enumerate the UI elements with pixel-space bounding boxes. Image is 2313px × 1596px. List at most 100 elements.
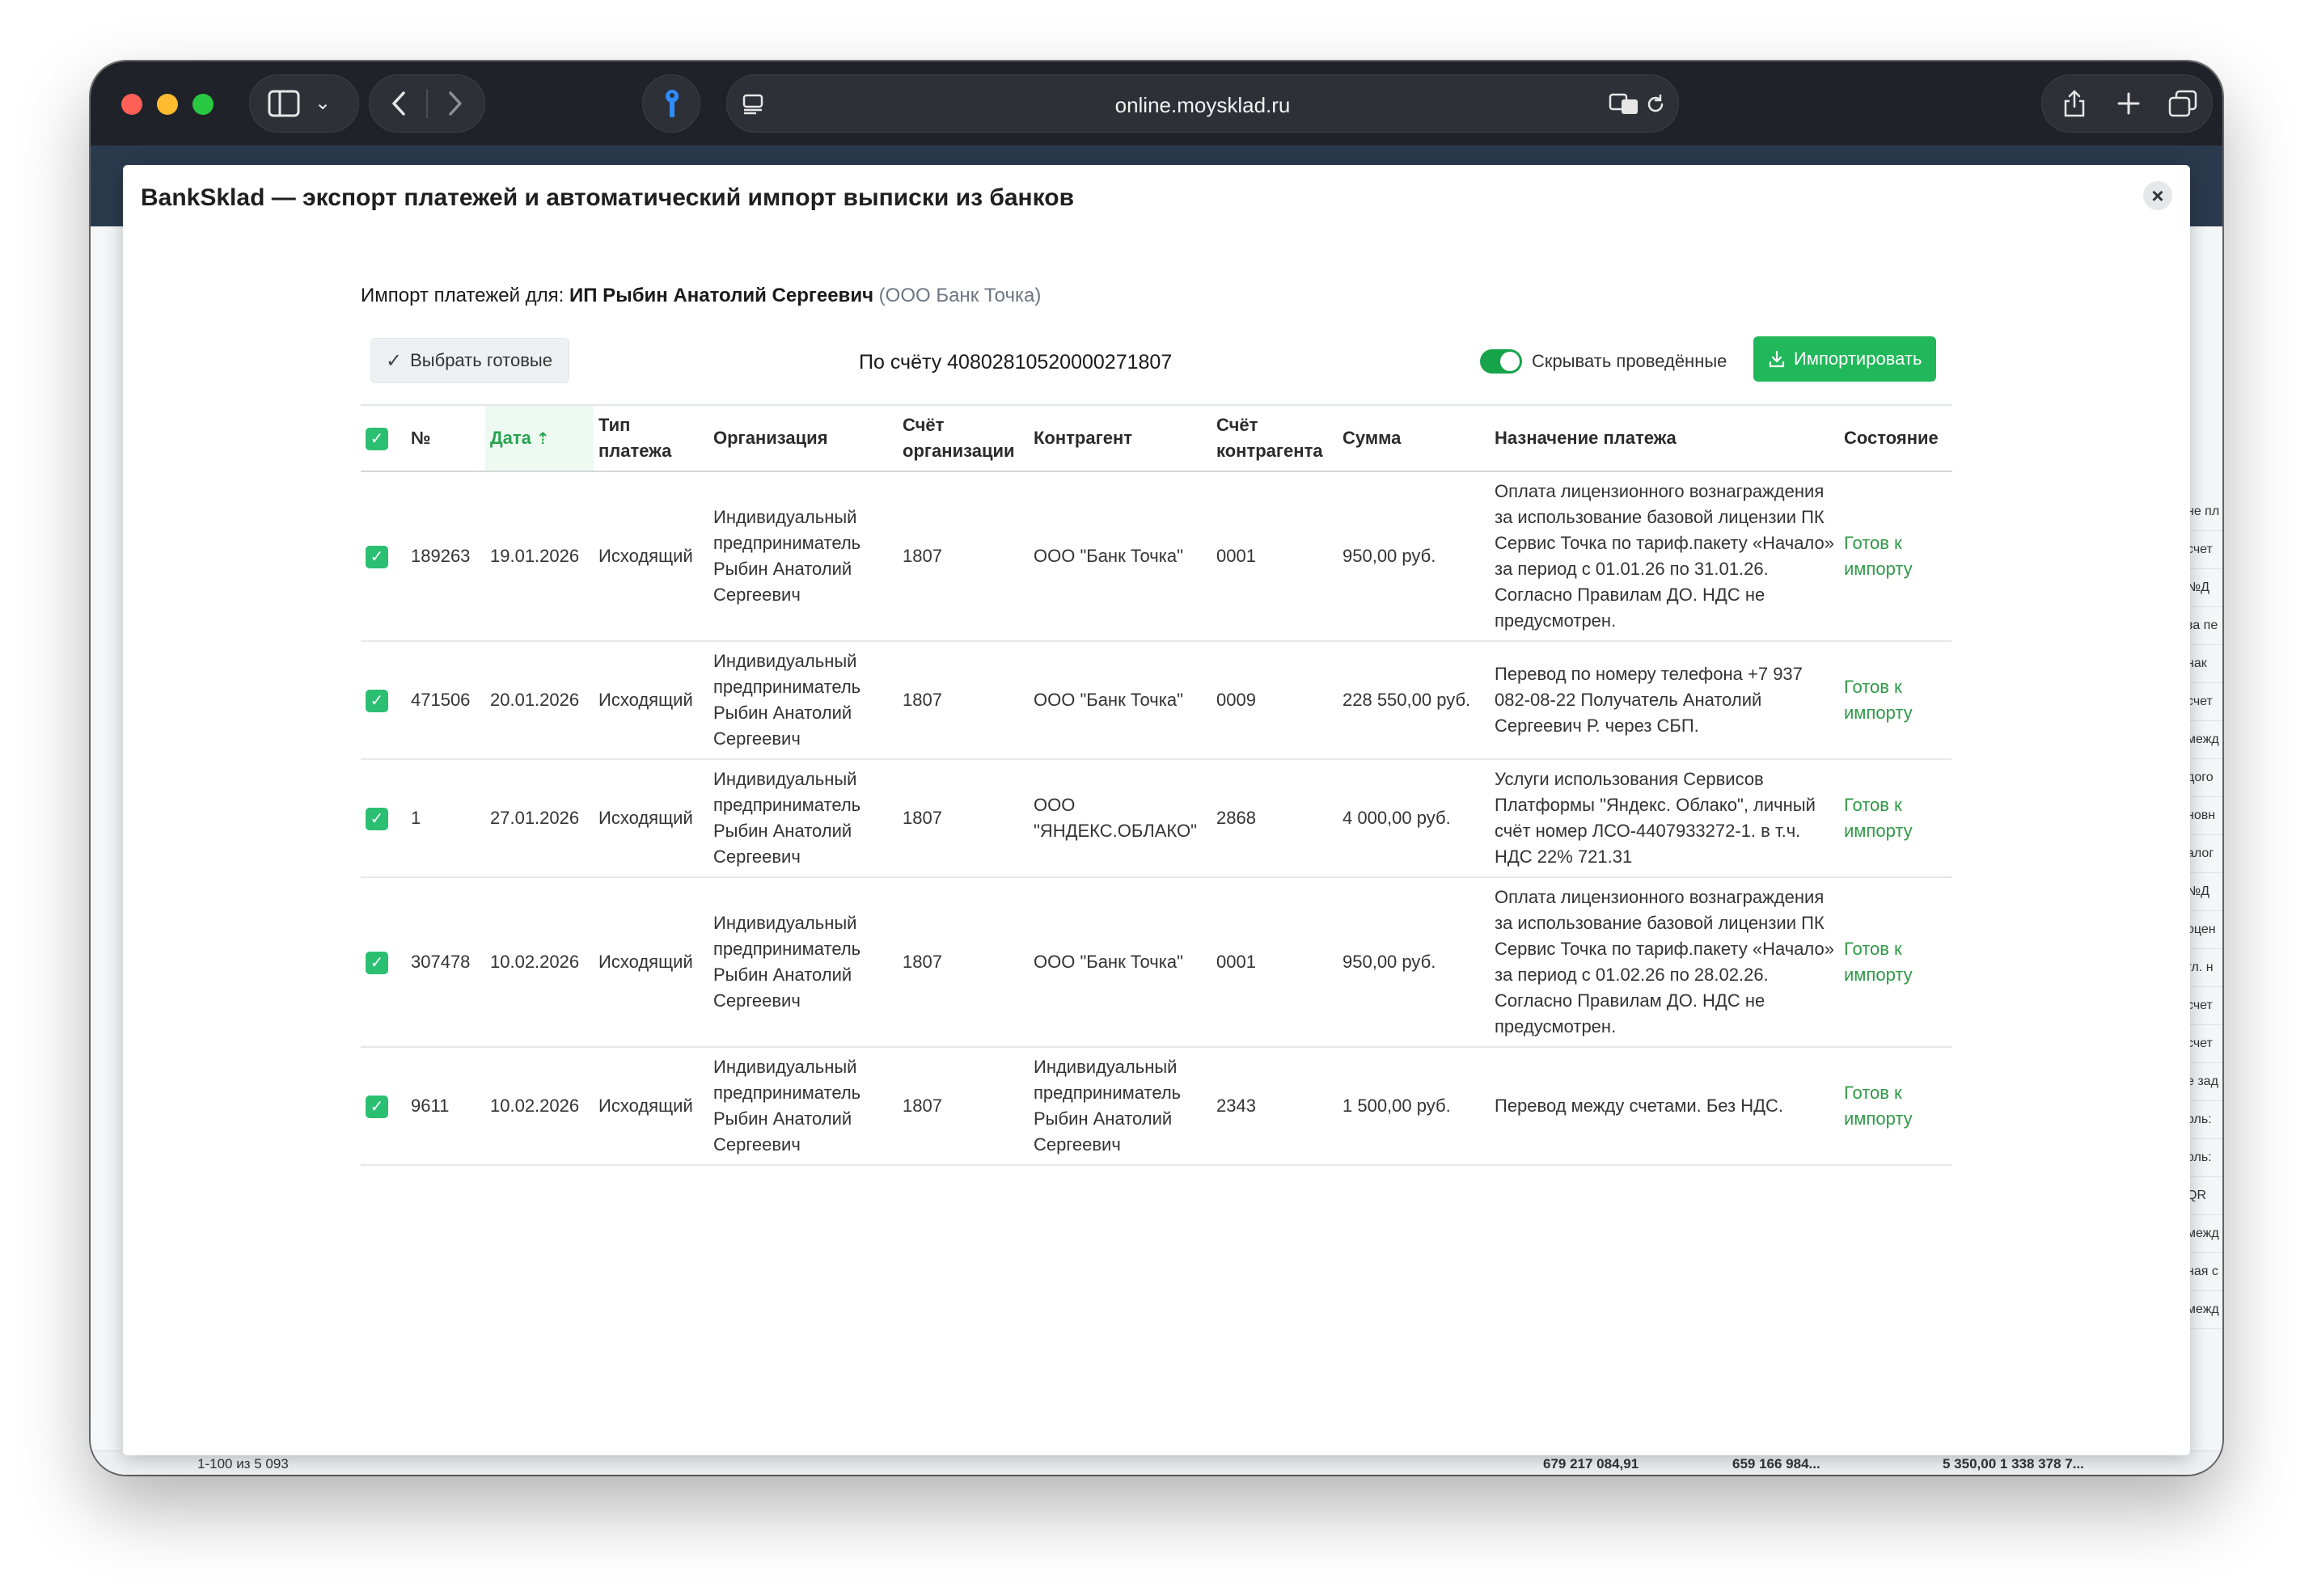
cell-date: 19.01.2026 bbox=[485, 471, 594, 642]
cell-num: 471506 bbox=[406, 641, 485, 760]
sidebar-icon[interactable] bbox=[268, 90, 300, 117]
cell-status: Готов к импорту bbox=[1839, 1047, 1952, 1166]
hide-posted-label: Скрывать проведённые bbox=[1532, 351, 1727, 371]
row-checkbox[interactable]: ✓ bbox=[366, 1096, 388, 1118]
cell-org-acc: 1807 bbox=[898, 641, 1029, 760]
fragment-text: новн bbox=[2187, 797, 2222, 835]
browser-window: ⌄ online.moysklad.ru не пл счет №Д за пе… bbox=[91, 61, 2222, 1475]
cell-org-acc: 1807 bbox=[898, 877, 1029, 1048]
hide-posted-toggle-group: Скрывать проведённые bbox=[1480, 349, 1727, 374]
pager-text: 1-100 из 5 093 bbox=[197, 1456, 289, 1471]
row-checkbox-cell[interactable]: ✓ bbox=[361, 641, 406, 760]
cell-type: Исходящий bbox=[594, 641, 708, 760]
fragment-text: межд bbox=[2187, 1291, 2222, 1329]
back-icon[interactable] bbox=[391, 91, 407, 116]
cell-cp-acc: 0009 bbox=[1211, 641, 1338, 760]
checkmark-icon: ✓ bbox=[386, 349, 403, 372]
select-all-checkbox-cell[interactable]: ✓ bbox=[361, 404, 406, 472]
cell-cp-acc: 0001 bbox=[1211, 471, 1338, 642]
minimize-window-button[interactable] bbox=[157, 94, 178, 115]
cell-date: 27.01.2026 bbox=[485, 759, 594, 878]
col-header-type: Тип платежа bbox=[594, 404, 708, 472]
row-checkbox[interactable]: ✓ bbox=[366, 808, 388, 830]
cell-num: 9611 bbox=[406, 1047, 485, 1166]
address-bar[interactable]: online.moysklad.ru bbox=[726, 74, 1679, 133]
col-header-counterparty: Контрагент bbox=[1029, 404, 1211, 472]
window-actions-group bbox=[2041, 74, 2213, 133]
cell-type: Исходящий bbox=[594, 877, 708, 1048]
cell-org: Индивидуальный предприниматель Рыбин Ана… bbox=[708, 877, 898, 1048]
col-header-purpose: Назначение платежа bbox=[1490, 404, 1839, 472]
select-all-checkbox[interactable]: ✓ bbox=[366, 428, 388, 450]
cell-date: 10.02.2026 bbox=[485, 877, 594, 1048]
hide-posted-toggle[interactable] bbox=[1480, 349, 1522, 374]
row-checkbox-cell[interactable]: ✓ bbox=[361, 1047, 406, 1166]
cell-num: 307478 bbox=[406, 877, 485, 1048]
cell-purpose: Перевод по номеру телефона +7 937 082-08… bbox=[1490, 641, 1839, 760]
cell-date: 20.01.2026 bbox=[485, 641, 594, 760]
chevron-down-icon[interactable]: ⌄ bbox=[315, 94, 331, 113]
cell-cp-acc: 2868 bbox=[1211, 759, 1338, 878]
cell-counterparty: ООО "Банк Точка" bbox=[1029, 877, 1211, 1048]
payments-table: ✓ № Дата ⇡ Тип платежа Организация Счёт о… bbox=[361, 404, 1952, 1166]
tab-overview-icon[interactable] bbox=[2168, 90, 2197, 117]
cell-sum: 950,00 руб. bbox=[1338, 471, 1490, 642]
cell-counterparty: ООО "ЯНДЕКС.ОБЛАКО" bbox=[1029, 759, 1211, 878]
reload-icon[interactable] bbox=[1644, 93, 1667, 116]
fragment-text: гл. н bbox=[2187, 949, 2222, 987]
cell-org: Индивидуальный предприниматель Рыбин Ана… bbox=[708, 1047, 898, 1166]
select-ready-button[interactable]: ✓ Выбрать готовые bbox=[370, 338, 569, 383]
col-header-sum: Сумма bbox=[1338, 404, 1490, 472]
sort-ascending-icon: ⇡ bbox=[535, 429, 550, 448]
col-header-org: Организация bbox=[708, 404, 898, 472]
close-modal-button[interactable]: × bbox=[2143, 181, 2172, 210]
new-tab-icon[interactable] bbox=[2116, 91, 2141, 116]
cell-status: Готов к импорту bbox=[1839, 641, 1952, 760]
banksklad-import-modal: BankSklad — экспорт платежей и автоматич… bbox=[123, 165, 2190, 1455]
cell-org: Индивидуальный предприниматель Рыбин Ана… bbox=[708, 759, 898, 878]
row-checkbox-cell[interactable]: ✓ bbox=[361, 877, 406, 1048]
table-row: ✓ 9611 10.02.2026 Исходящий Индивидуальн… bbox=[361, 1047, 1952, 1166]
fragment-text: дого bbox=[2187, 759, 2222, 797]
cell-sum: 1 500,00 руб. bbox=[1338, 1047, 1490, 1166]
fragment-text: межд bbox=[2187, 721, 2222, 759]
fragment-text: счет bbox=[2187, 531, 2222, 569]
url-text: online.moysklad.ru bbox=[1114, 93, 1291, 117]
col-header-cp-acc: Счёт контрагента bbox=[1211, 404, 1338, 472]
import-button[interactable]: Импортировать bbox=[1753, 336, 1937, 382]
fragment-text: оцен bbox=[2187, 911, 2222, 949]
browser-toolbar: ⌄ online.moysklad.ru bbox=[91, 61, 2222, 146]
cell-type: Исходящий bbox=[594, 471, 708, 642]
password-key-button[interactable] bbox=[642, 74, 700, 133]
account-number: По счёту 40802810520000271807 bbox=[859, 351, 1173, 374]
row-checkbox[interactable]: ✓ bbox=[366, 690, 388, 712]
forward-icon[interactable] bbox=[447, 91, 463, 116]
fragment-text: межд bbox=[2187, 1215, 2222, 1253]
cell-counterparty: Индивидуальный предприниматель Рыбин Ана… bbox=[1029, 1047, 1211, 1166]
cell-sum: 228 550,00 руб. bbox=[1338, 641, 1490, 760]
close-window-button[interactable] bbox=[121, 94, 142, 115]
share-icon[interactable] bbox=[2061, 88, 2087, 119]
row-checkbox-cell[interactable]: ✓ bbox=[361, 759, 406, 878]
translate-icon[interactable] bbox=[1609, 93, 1639, 116]
nav-divider bbox=[426, 89, 428, 118]
total-2: 659 166 984... bbox=[1732, 1456, 1820, 1471]
cell-type: Исходящий bbox=[594, 1047, 708, 1166]
app-table-fragments: не пл счет №Д за пе нак счет межд дого н… bbox=[2187, 493, 2222, 1475]
cell-status: Готов к импорту bbox=[1839, 877, 1952, 1048]
cell-num: 1 bbox=[406, 759, 485, 878]
cell-date: 10.02.2026 bbox=[485, 1047, 594, 1166]
fragment-text: нак bbox=[2187, 645, 2222, 683]
cell-cp-acc: 2343 bbox=[1211, 1047, 1338, 1166]
cell-status: Готов к импорту bbox=[1839, 759, 1952, 878]
col-header-num: № bbox=[406, 404, 485, 472]
zoom-window-button[interactable] bbox=[192, 94, 214, 115]
import-header: Импорт платежей для: ИП Рыбин Анатолий С… bbox=[361, 285, 1041, 307]
row-checkbox[interactable]: ✓ bbox=[366, 952, 388, 974]
row-checkbox[interactable]: ✓ bbox=[366, 546, 388, 568]
col-header-date[interactable]: Дата ⇡ bbox=[485, 404, 594, 472]
row-checkbox-cell[interactable]: ✓ bbox=[361, 471, 406, 642]
table-row: ✓ 189263 19.01.2026 Исходящий Индивидуал… bbox=[361, 471, 1952, 642]
cell-sum: 4 000,00 руб. bbox=[1338, 759, 1490, 878]
import-prefix: Импорт платежей для: bbox=[361, 285, 565, 306]
